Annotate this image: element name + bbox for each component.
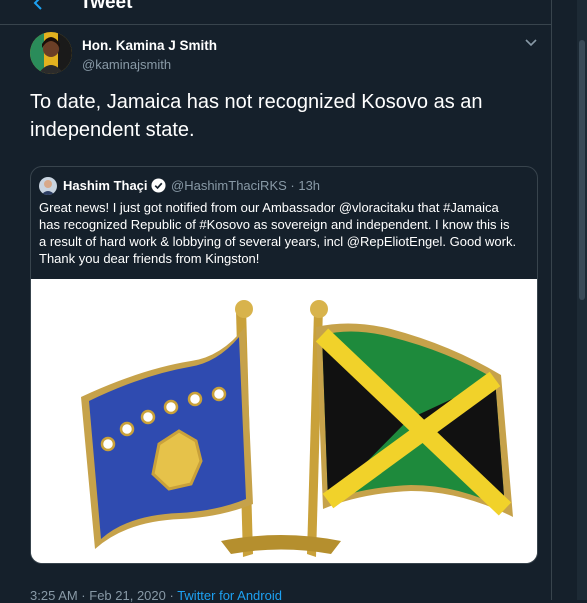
tweet-detail-column: Tweet Hon. Kamina J Smith @kaminajsmith …	[0, 0, 552, 603]
verified-badge-icon	[151, 178, 166, 193]
quoted-handle-time: @HashimThaciRKS · 13h	[171, 178, 321, 193]
flag-pins-image[interactable]	[31, 279, 537, 563]
quoted-tweet-text: Great news! I just got notified from our…	[39, 200, 517, 266]
top-bar: Tweet	[0, 0, 551, 25]
tweet-timestamp-row: 3:25 AM · Feb 21, 2020 · Twitter for And…	[30, 588, 282, 603]
page-title: Tweet	[80, 0, 133, 13]
tweet-timestamp[interactable]: 3:25 AM · Feb 21, 2020 ·	[30, 588, 177, 603]
author-handle[interactable]: @kaminajsmith	[82, 57, 171, 72]
author-avatar[interactable]	[30, 32, 72, 74]
chevron-down-icon[interactable]	[524, 38, 538, 48]
quoted-author-name: Hashim Thaçi	[63, 178, 148, 193]
quoted-author-avatar	[39, 177, 57, 195]
back-arrow-icon[interactable]	[30, 0, 48, 12]
tweet-text: To date, Jamaica has not recognized Koso…	[30, 91, 483, 141]
tweet-source-link[interactable]: Twitter for Android	[177, 588, 282, 603]
author-name[interactable]: Hon. Kamina J Smith	[82, 38, 217, 53]
scrollbar-thumb[interactable]	[579, 40, 585, 300]
quoted-tweet[interactable]: Hashim Thaçi @HashimThaciRKS · 13h Great…	[30, 166, 538, 564]
